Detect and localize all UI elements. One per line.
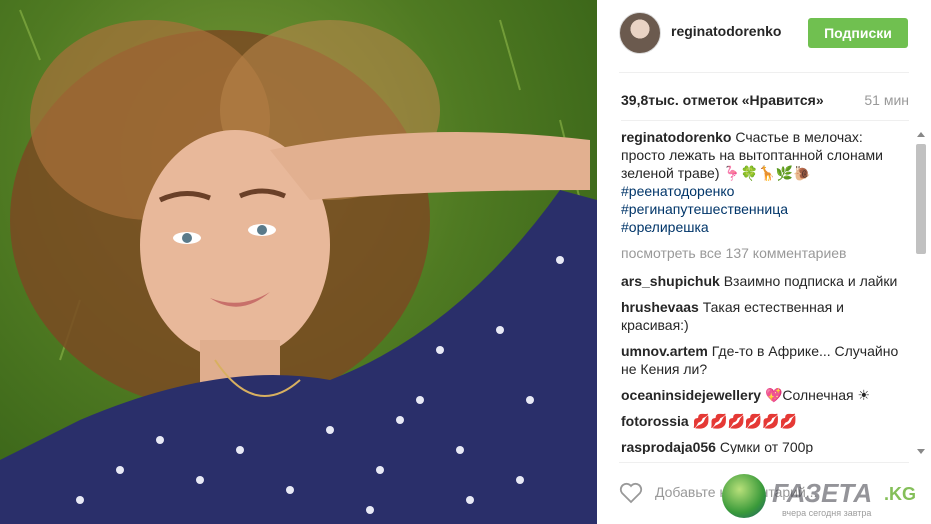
post-photo[interactable]: [0, 0, 597, 524]
post-side-panel: reginatodorenko Подписки 39,8тыс. отмето…: [597, 0, 931, 524]
view-all-comments-link[interactable]: посмотреть все 137 комментариев: [621, 244, 905, 262]
comment-username[interactable]: fotorossia: [621, 413, 689, 429]
caption: reginatodorenko Счастье в мелочах: прост…: [621, 128, 905, 236]
divider: [619, 72, 909, 73]
comment-text: 💖Солнечная ☀: [764, 387, 871, 403]
comment-item: umnov.artem Где-то в Африке... Случайно …: [621, 342, 905, 378]
comment-username[interactable]: rasprodaja056: [621, 439, 716, 454]
comment-username[interactable]: oceaninsidejewellery: [621, 387, 761, 403]
comment-username[interactable]: hrushevaas: [621, 299, 699, 315]
comment-username[interactable]: ars_shupichuk: [621, 273, 720, 289]
divider: [621, 120, 909, 121]
follow-button[interactable]: Подписки: [808, 18, 908, 48]
comment-item: fotorossia 💋💋💋💋💋💋: [621, 412, 905, 430]
post-header: reginatodorenko Подписки: [619, 12, 909, 54]
watermark-tagline: вчера сегодня завтра: [782, 508, 872, 518]
comment-item: hrushevaas Такая естественная и красивая…: [621, 298, 905, 334]
heart-icon[interactable]: [619, 482, 643, 504]
post-time[interactable]: 51 мин: [864, 92, 909, 108]
watermark-logo: ГАЗЕТА .KG вчера сегодня завтра: [712, 468, 931, 524]
hashtag-link[interactable]: #регинапутешественница: [621, 200, 905, 218]
header-username[interactable]: reginatodorenko: [671, 23, 781, 39]
photo-illustration: [0, 9, 597, 524]
avatar[interactable]: [619, 12, 661, 54]
comment-item: rasprodaja056 Сумки от 700р: [621, 438, 905, 454]
likes-count[interactable]: 39,8тыс. отметок «Нравится»: [621, 92, 824, 108]
likes-row: 39,8тыс. отметок «Нравится» 51 мин: [621, 92, 909, 108]
comment-item: oceaninsidejewellery 💖Солнечная ☀: [621, 386, 905, 404]
comment-text: Сумки от 700р: [719, 439, 814, 454]
watermark-domain: .KG: [884, 484, 917, 504]
hashtag-link[interactable]: #реенатодоренко: [621, 182, 905, 200]
comment-text: Взаимно подписка и лайки: [723, 273, 898, 289]
scroll-up-arrow-icon[interactable]: [917, 132, 925, 137]
comment-text: 💋💋💋💋💋💋: [692, 413, 798, 429]
watermark-brand: ГАЗЕТА: [772, 478, 873, 508]
comments-scrollbar[interactable]: [915, 132, 927, 454]
comment-item: ars_shupichuk Взаимно подписка и лайки: [621, 272, 905, 290]
scroll-thumb[interactable]: [916, 144, 926, 254]
comment-username[interactable]: umnov.artem: [621, 343, 708, 359]
comments-list: reginatodorenko Счастье в мелочах: прост…: [621, 128, 905, 454]
divider: [619, 462, 909, 463]
caption-username[interactable]: reginatodorenko: [621, 129, 731, 145]
globe-icon: [722, 474, 766, 518]
scroll-down-arrow-icon[interactable]: [917, 449, 925, 454]
hashtag-link[interactable]: #орелирешка: [621, 218, 905, 236]
